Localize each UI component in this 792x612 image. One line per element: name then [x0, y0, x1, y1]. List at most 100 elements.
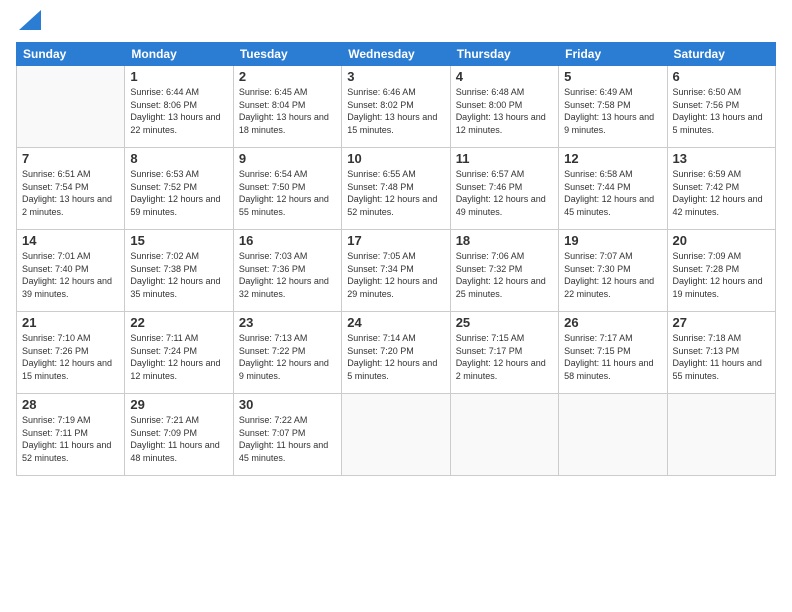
day-cell: 26 Sunrise: 7:17 AMSunset: 7:15 PMDayligh… — [559, 312, 667, 394]
day-info: Sunrise: 7:03 AMSunset: 7:36 PMDaylight:… — [239, 250, 336, 300]
day-number: 3 — [347, 69, 444, 84]
day-number: 28 — [22, 397, 119, 412]
day-cell: 14 Sunrise: 7:01 AMSunset: 7:40 PMDayligh… — [17, 230, 125, 312]
day-info: Sunrise: 7:18 AMSunset: 7:13 PMDaylight:… — [673, 332, 770, 382]
day-number: 24 — [347, 315, 444, 330]
logo-icon — [19, 10, 41, 30]
day-cell: 23Sunrise: 7:13 AMSunset: 7:22 PMDayligh… — [233, 312, 341, 394]
day-number: 15 — [130, 233, 227, 248]
day-cell: 12Sunrise: 6:58 AMSunset: 7:44 PMDayligh… — [559, 148, 667, 230]
day-cell: 9Sunrise: 6:54 AMSunset: 7:50 PMDaylight… — [233, 148, 341, 230]
day-cell: 4 Sunrise: 6:48 AMSunset: 8:00 PMDaylight… — [450, 66, 558, 148]
day-number: 26 — [564, 315, 661, 330]
day-cell: 27 Sunrise: 7:18 AMSunset: 7:13 PMDayligh… — [667, 312, 775, 394]
day-info: Sunrise: 7:02 AMSunset: 7:38 PMDaylight:… — [130, 250, 227, 300]
day-number: 30 — [239, 397, 336, 412]
day-cell — [17, 66, 125, 148]
week-row-4: 21 Sunrise: 7:10 AMSunset: 7:26 PMDayligh… — [17, 312, 776, 394]
col-thursday: Thursday — [450, 43, 558, 66]
day-info: Sunrise: 6:46 AMSunset: 8:02 PMDaylight:… — [347, 86, 444, 136]
day-number: 5 — [564, 69, 661, 84]
day-info: Sunrise: 6:50 AMSunset: 7:56 PMDaylight:… — [673, 86, 770, 136]
day-cell: 20 Sunrise: 7:09 AMSunset: 7:28 PMDayligh… — [667, 230, 775, 312]
day-cell: 28 Sunrise: 7:19 AMSunset: 7:11 PMDayligh… — [17, 394, 125, 476]
day-info: Sunrise: 6:53 AMSunset: 7:52 PMDaylight:… — [130, 168, 227, 218]
day-info: Sunrise: 7:17 AMSunset: 7:15 PMDaylight:… — [564, 332, 661, 382]
day-cell: 11 Sunrise: 6:57 AMSunset: 7:46 PMDayligh… — [450, 148, 558, 230]
day-cell: 1Sunrise: 6:44 AMSunset: 8:06 PMDaylight… — [125, 66, 233, 148]
day-number: 8 — [130, 151, 227, 166]
day-info: Sunrise: 7:06 AMSunset: 7:32 PMDaylight:… — [456, 250, 553, 300]
day-cell: 10Sunrise: 6:55 AMSunset: 7:48 PMDayligh… — [342, 148, 450, 230]
logo — [16, 16, 41, 30]
day-number: 25 — [456, 315, 553, 330]
week-row-1: 1Sunrise: 6:44 AMSunset: 8:06 PMDaylight… — [17, 66, 776, 148]
day-info: Sunrise: 6:55 AMSunset: 7:48 PMDaylight:… — [347, 168, 444, 218]
day-cell: 5 Sunrise: 6:49 AMSunset: 7:58 PMDaylight… — [559, 66, 667, 148]
day-info: Sunrise: 6:48 AMSunset: 8:00 PMDaylight:… — [456, 86, 553, 136]
day-cell: 22 Sunrise: 7:11 AMSunset: 7:24 PMDayligh… — [125, 312, 233, 394]
day-cell: 13 Sunrise: 6:59 AMSunset: 7:42 PMDayligh… — [667, 148, 775, 230]
day-cell: 15 Sunrise: 7:02 AMSunset: 7:38 PMDayligh… — [125, 230, 233, 312]
day-cell: 3 Sunrise: 6:46 AMSunset: 8:02 PMDaylight… — [342, 66, 450, 148]
day-info: Sunrise: 6:59 AMSunset: 7:42 PMDaylight:… — [673, 168, 770, 218]
col-saturday: Saturday — [667, 43, 775, 66]
day-info: Sunrise: 7:01 AMSunset: 7:40 PMDaylight:… — [22, 250, 119, 300]
week-row-3: 14 Sunrise: 7:01 AMSunset: 7:40 PMDayligh… — [17, 230, 776, 312]
day-number: 13 — [673, 151, 770, 166]
col-tuesday: Tuesday — [233, 43, 341, 66]
day-info: Sunrise: 7:14 AMSunset: 7:20 PMDaylight:… — [347, 332, 444, 382]
day-cell: 2 Sunrise: 6:45 AMSunset: 8:04 PMDaylight… — [233, 66, 341, 148]
day-cell: 8 Sunrise: 6:53 AMSunset: 7:52 PMDaylight… — [125, 148, 233, 230]
day-cell: 17 Sunrise: 7:05 AMSunset: 7:34 PMDayligh… — [342, 230, 450, 312]
day-cell: 29 Sunrise: 7:21 AMSunset: 7:09 PMDayligh… — [125, 394, 233, 476]
day-info: Sunrise: 7:22 AMSunset: 7:07 PMDaylight:… — [239, 414, 336, 464]
day-cell: 18Sunrise: 7:06 AMSunset: 7:32 PMDayligh… — [450, 230, 558, 312]
day-number: 23 — [239, 315, 336, 330]
day-info: Sunrise: 6:51 AMSunset: 7:54 PMDaylight:… — [22, 168, 119, 218]
day-number: 7 — [22, 151, 119, 166]
day-number: 6 — [673, 69, 770, 84]
page: Sunday Monday Tuesday Wednesday Thursday… — [0, 0, 792, 612]
day-cell: 7 Sunrise: 6:51 AMSunset: 7:54 PMDaylight… — [17, 148, 125, 230]
day-cell — [559, 394, 667, 476]
day-number: 19 — [564, 233, 661, 248]
col-monday: Monday — [125, 43, 233, 66]
day-cell: 6 Sunrise: 6:50 AMSunset: 7:56 PMDaylight… — [667, 66, 775, 148]
col-sunday: Sunday — [17, 43, 125, 66]
day-number: 11 — [456, 151, 553, 166]
day-number: 22 — [130, 315, 227, 330]
day-cell — [342, 394, 450, 476]
day-cell: 30 Sunrise: 7:22 AMSunset: 7:07 PMDayligh… — [233, 394, 341, 476]
day-cell — [667, 394, 775, 476]
day-number: 29 — [130, 397, 227, 412]
day-info: Sunrise: 7:07 AMSunset: 7:30 PMDaylight:… — [564, 250, 661, 300]
day-cell: 24 Sunrise: 7:14 AMSunset: 7:20 PMDayligh… — [342, 312, 450, 394]
day-info: Sunrise: 6:54 AMSunset: 7:50 PMDaylight:… — [239, 168, 336, 218]
day-cell: 21 Sunrise: 7:10 AMSunset: 7:26 PMDayligh… — [17, 312, 125, 394]
day-info: Sunrise: 6:49 AMSunset: 7:58 PMDaylight:… — [564, 86, 661, 136]
day-number: 2 — [239, 69, 336, 84]
day-info: Sunrise: 7:09 AMSunset: 7:28 PMDaylight:… — [673, 250, 770, 300]
day-number: 21 — [22, 315, 119, 330]
day-cell: 25 Sunrise: 7:15 AMSunset: 7:17 PMDayligh… — [450, 312, 558, 394]
day-number: 14 — [22, 233, 119, 248]
day-number: 4 — [456, 69, 553, 84]
week-row-5: 28 Sunrise: 7:19 AMSunset: 7:11 PMDayligh… — [17, 394, 776, 476]
day-number: 27 — [673, 315, 770, 330]
day-info: Sunrise: 7:19 AMSunset: 7:11 PMDaylight:… — [22, 414, 119, 464]
day-info: Sunrise: 6:45 AMSunset: 8:04 PMDaylight:… — [239, 86, 336, 136]
day-number: 17 — [347, 233, 444, 248]
day-info: Sunrise: 7:10 AMSunset: 7:26 PMDaylight:… — [22, 332, 119, 382]
day-number: 20 — [673, 233, 770, 248]
day-cell: 19 Sunrise: 7:07 AMSunset: 7:30 PMDayligh… — [559, 230, 667, 312]
day-cell: 16Sunrise: 7:03 AMSunset: 7:36 PMDayligh… — [233, 230, 341, 312]
day-info: Sunrise: 7:15 AMSunset: 7:17 PMDaylight:… — [456, 332, 553, 382]
day-info: Sunrise: 7:21 AMSunset: 7:09 PMDaylight:… — [130, 414, 227, 464]
day-number: 12 — [564, 151, 661, 166]
day-info: Sunrise: 7:11 AMSunset: 7:24 PMDaylight:… — [130, 332, 227, 382]
calendar-header-row: Sunday Monday Tuesday Wednesday Thursday… — [17, 43, 776, 66]
day-info: Sunrise: 6:57 AMSunset: 7:46 PMDaylight:… — [456, 168, 553, 218]
day-info: Sunrise: 7:05 AMSunset: 7:34 PMDaylight:… — [347, 250, 444, 300]
day-number: 1 — [130, 69, 227, 84]
